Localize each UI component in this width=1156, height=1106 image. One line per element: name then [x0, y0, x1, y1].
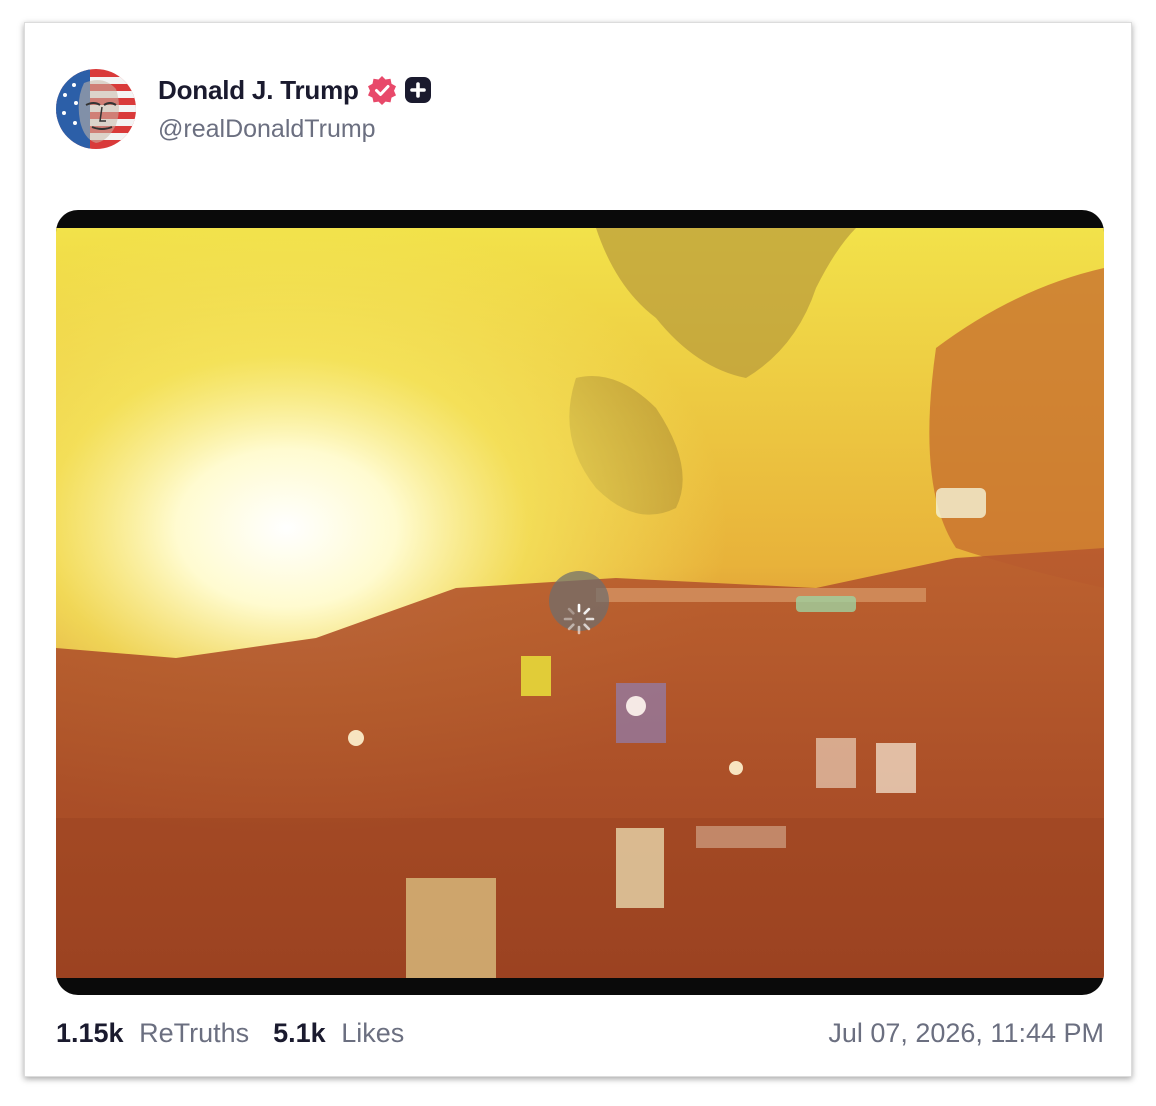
post-footer: 1.15k ReTruths 5.1k Likes Jul 07, 2026, …	[56, 1013, 1104, 1053]
verified-badge-icon	[367, 76, 396, 105]
flag-portrait-avatar-icon	[56, 69, 136, 149]
avatar[interactable]	[56, 69, 136, 149]
retruths-stat[interactable]: 1.15k ReTruths	[56, 1018, 249, 1049]
post-card: Donald J. Trump @realDonaldTrump 1.15k R…	[24, 22, 1132, 1077]
plus-badge-icon	[404, 77, 431, 103]
loading-spinner-icon	[549, 571, 609, 635]
retruths-label: ReTruths	[139, 1017, 250, 1048]
author-row: Donald J. Trump	[158, 73, 431, 107]
author-handle[interactable]: @realDonaldTrump	[158, 115, 376, 144]
video-player[interactable]	[56, 210, 1104, 995]
author-name[interactable]: Donald J. Trump	[158, 75, 359, 106]
likes-stat[interactable]: 5.1k Likes	[273, 1018, 404, 1049]
likes-label: Likes	[341, 1017, 405, 1048]
likes-count: 5.1k	[273, 1017, 326, 1048]
post-timestamp[interactable]: Jul 07, 2026, 11:44 PM	[828, 1018, 1104, 1049]
retruths-count: 1.15k	[56, 1017, 124, 1048]
